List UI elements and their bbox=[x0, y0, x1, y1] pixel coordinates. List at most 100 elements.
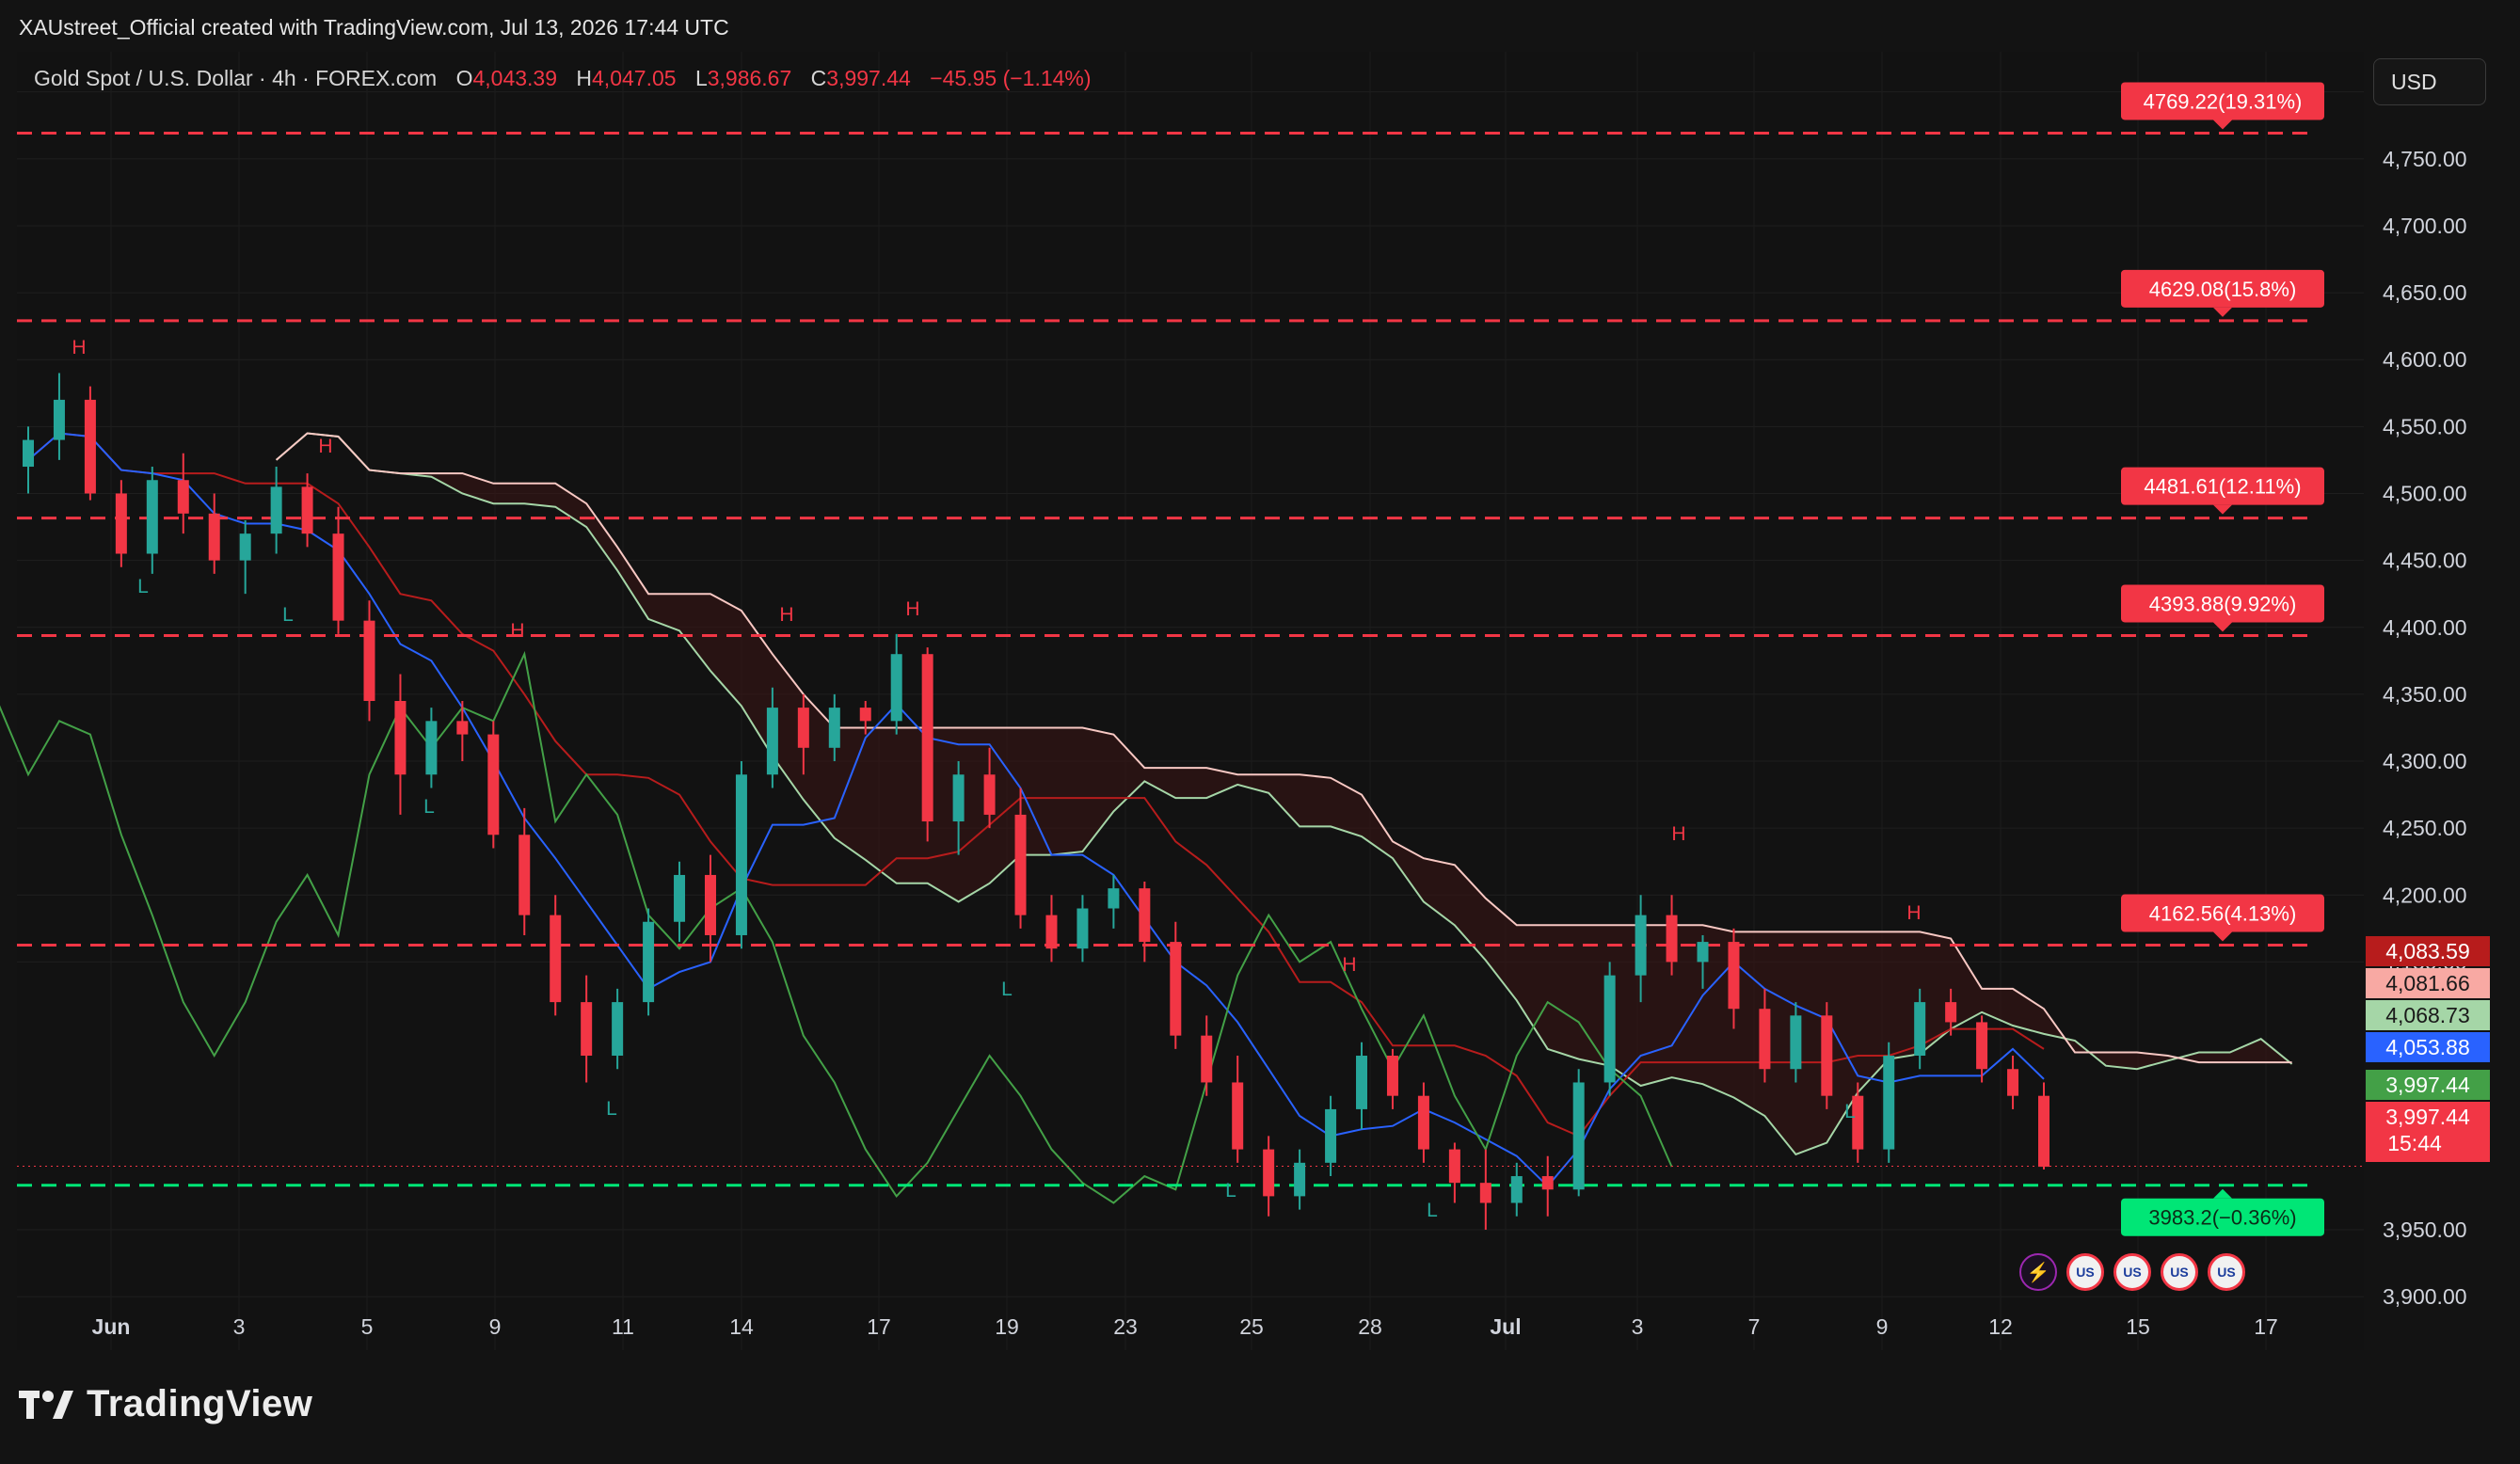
x-tick-label: 14 bbox=[729, 1314, 754, 1339]
high-value: 4,047.05 bbox=[592, 66, 677, 90]
pivot-high-marker: H bbox=[1906, 902, 1921, 924]
candle-body bbox=[1386, 1056, 1398, 1096]
y-tick-label: 4,350.00 bbox=[2383, 682, 2467, 707]
candle-body bbox=[1572, 1082, 1585, 1190]
candle-body bbox=[828, 708, 840, 748]
candle-body bbox=[1170, 942, 1182, 1036]
candle-body bbox=[115, 493, 127, 554]
candle-body bbox=[1232, 1082, 1244, 1150]
pivot-low-marker: L bbox=[1001, 979, 1013, 1000]
candle-body bbox=[1201, 1035, 1213, 1083]
candle-body bbox=[177, 480, 189, 514]
low-value: 3,986.67 bbox=[707, 66, 792, 90]
candle-body bbox=[1356, 1056, 1368, 1109]
x-tick-label: 25 bbox=[1239, 1314, 1264, 1339]
candle-body bbox=[1914, 1002, 1926, 1057]
candle-body bbox=[2007, 1069, 2019, 1096]
candle-body bbox=[1790, 1015, 1802, 1070]
candle-body bbox=[1294, 1162, 1306, 1197]
x-tick-label: 23 bbox=[1113, 1314, 1138, 1339]
us-flag-icon[interactable]: US bbox=[2161, 1253, 2198, 1291]
candle-body bbox=[1728, 942, 1740, 1010]
candle-body bbox=[1510, 1176, 1523, 1203]
candle-body bbox=[1541, 1176, 1554, 1190]
candle-body bbox=[2038, 1095, 2049, 1168]
x-tick-label: 12 bbox=[1988, 1314, 2013, 1339]
pivot-high-marker: H bbox=[1671, 823, 1685, 845]
tradingview-logo-icon bbox=[19, 1390, 73, 1419]
y-tick-label: 4,200.00 bbox=[2383, 883, 2467, 907]
candle-body bbox=[23, 439, 34, 468]
symbol-legend[interactable]: Gold Spot / U.S. Dollar · 4h · FOREX.com… bbox=[34, 66, 1092, 91]
x-tick-label: 19 bbox=[995, 1314, 1019, 1339]
low-label: L bbox=[694, 66, 708, 90]
candle-body bbox=[487, 734, 500, 835]
x-tick-label: 28 bbox=[1358, 1314, 1382, 1339]
tradingview-logo[interactable]: TradingView bbox=[19, 1383, 312, 1425]
us-flag-icon[interactable]: US bbox=[2113, 1253, 2151, 1291]
pivot-high-marker: H bbox=[905, 598, 919, 620]
candle-body bbox=[239, 533, 251, 561]
target-tag-label: 4162.56(4.13%) bbox=[2149, 902, 2297, 926]
price-axis-label-text: 3,997.44 bbox=[2385, 1105, 2470, 1129]
currency-button[interactable]: USD bbox=[2373, 58, 2486, 105]
candle-body bbox=[270, 486, 282, 534]
candle-body bbox=[797, 708, 809, 748]
candle-body bbox=[1603, 975, 1616, 1083]
pivot-high-marker: H bbox=[318, 436, 332, 457]
candle-body bbox=[456, 721, 469, 735]
candle-body bbox=[394, 701, 407, 775]
pivot-low-marker: L bbox=[1427, 1200, 1438, 1221]
pivot-high-marker: H bbox=[1342, 954, 1356, 976]
symbol-title: Gold Spot / U.S. Dollar · 4h · FOREX.com bbox=[34, 66, 438, 90]
y-tick-label: 4,300.00 bbox=[2383, 749, 2467, 773]
pivot-low-marker: L bbox=[137, 576, 149, 597]
candle-body bbox=[425, 721, 438, 775]
y-tick-label: 4,550.00 bbox=[2383, 414, 2467, 438]
candle-body bbox=[1325, 1108, 1337, 1163]
candle-body bbox=[1263, 1149, 1275, 1197]
price-axis-label-text: 3,997.44 bbox=[2385, 1073, 2470, 1097]
candle-body bbox=[1077, 908, 1089, 949]
economic-events[interactable]: ⚡ US US US US bbox=[2019, 1253, 2245, 1298]
candle-body bbox=[1108, 888, 1120, 909]
candle-body bbox=[704, 874, 716, 935]
candle-body bbox=[84, 399, 96, 494]
x-tick-label: 7 bbox=[1748, 1314, 1761, 1339]
price-chart[interactable]: HHHHHHHHLLLLLLLL 4,800.004,750.004,700.0… bbox=[0, 0, 2520, 1464]
candle-body bbox=[146, 480, 158, 554]
candle-body bbox=[921, 654, 933, 822]
price-axis-label-text: 4,081.66 bbox=[2385, 971, 2470, 995]
price-axis-label-text: 4,083.59 bbox=[2385, 939, 2470, 963]
candle-body bbox=[643, 921, 655, 1003]
candle-body bbox=[53, 399, 65, 440]
y-tick-label: 4,750.00 bbox=[2383, 147, 2467, 171]
candle-body bbox=[1697, 942, 1709, 963]
pivot-high-marker: H bbox=[510, 620, 524, 642]
candle-body bbox=[518, 835, 531, 915]
us-flag-icon[interactable]: US bbox=[2208, 1253, 2245, 1291]
change-value: −45.95 (−1.14%) bbox=[930, 66, 1092, 90]
candle-body bbox=[1014, 814, 1027, 915]
y-tick-label: 4,250.00 bbox=[2383, 816, 2467, 840]
support-tag-label: 3983.2(−0.36%) bbox=[2148, 1206, 2296, 1230]
y-tick-label: 3,900.00 bbox=[2383, 1284, 2467, 1309]
us-flag-icon[interactable]: US bbox=[2066, 1253, 2104, 1291]
pivot-high-marker: H bbox=[72, 337, 86, 358]
high-label: H bbox=[576, 66, 593, 90]
y-tick-label: 4,400.00 bbox=[2383, 615, 2467, 640]
candle-body bbox=[1045, 915, 1058, 949]
x-tick-label: 3 bbox=[1632, 1314, 1644, 1339]
x-tick-label: Jun bbox=[92, 1314, 131, 1339]
countdown-label: 15:44 bbox=[2387, 1131, 2442, 1155]
candle-body bbox=[1821, 1015, 1833, 1096]
x-tick-label: 3 bbox=[233, 1314, 246, 1339]
candle-body bbox=[332, 533, 344, 621]
pivot-low-marker: L bbox=[606, 1098, 617, 1120]
brand-name: TradingView bbox=[87, 1383, 313, 1424]
lightning-icon[interactable]: ⚡ bbox=[2019, 1253, 2057, 1291]
x-tick-label: 5 bbox=[361, 1314, 374, 1339]
candle-body bbox=[859, 708, 871, 722]
candle-body bbox=[1883, 1056, 1895, 1150]
target-tag-label: 4769.22(19.31%) bbox=[2144, 89, 2303, 113]
